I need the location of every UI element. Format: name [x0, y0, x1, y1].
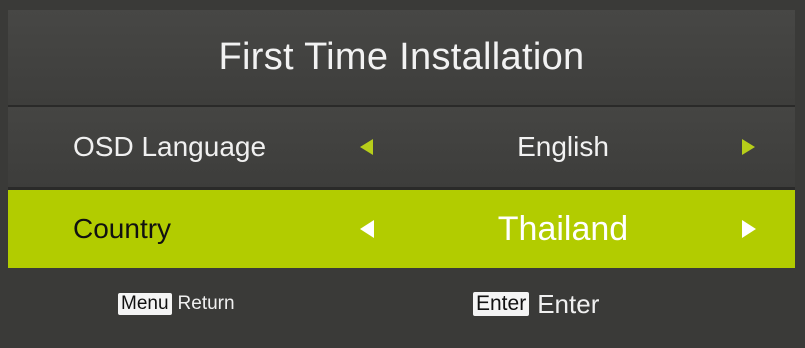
- arrow-right-icon[interactable]: [742, 139, 755, 155]
- arrow-left-icon[interactable]: [360, 139, 373, 155]
- page-title: First Time Installation: [218, 36, 585, 78]
- menu-key-badge: Menu: [118, 293, 172, 315]
- key-hint-bar: Menu Return Enter Enter: [8, 268, 795, 340]
- setting-value-osd-language: English: [517, 131, 609, 162]
- enter-key-badge: Enter: [473, 291, 530, 317]
- hint-menu-return: Menu Return: [118, 268, 235, 340]
- enter-hint-text: Enter: [537, 288, 600, 319]
- installation-panel: First Time Installation OSD Language Eng…: [8, 10, 795, 340]
- setting-value-country: Thailand: [497, 209, 629, 248]
- osd-screen: First Time Installation OSD Language Eng…: [0, 0, 805, 348]
- arrow-left-icon[interactable]: [360, 220, 374, 238]
- setting-row-country[interactable]: Country Thailand: [8, 190, 795, 268]
- hint-enter: Enter Enter: [473, 268, 599, 340]
- setting-label-country: Country: [73, 213, 172, 244]
- title-bar: First Time Installation: [8, 10, 795, 107]
- arrow-right-icon[interactable]: [742, 220, 756, 238]
- setting-label-osd-language: OSD Language: [73, 131, 267, 162]
- menu-hint-text: Return: [177, 293, 235, 314]
- setting-row-osd-language[interactable]: OSD Language English: [8, 107, 795, 190]
